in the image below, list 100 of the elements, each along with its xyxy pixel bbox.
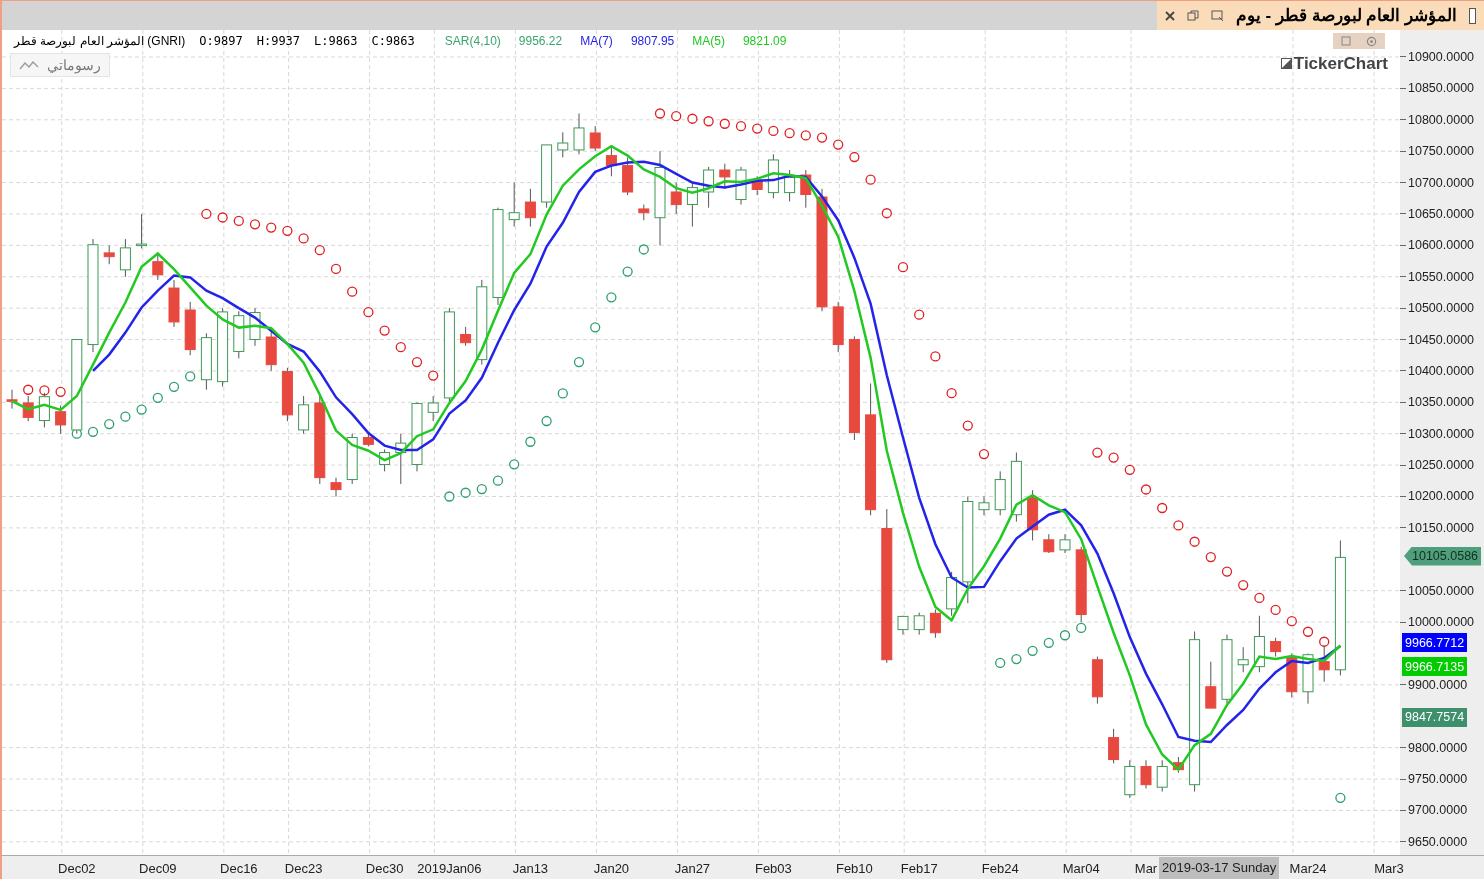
sar-dot [671,111,682,122]
sar-dot [1011,653,1022,665]
time-axis-label: Jan13 [512,860,549,878]
candlestick [524,188,536,227]
close-icon[interactable] [1164,10,1175,21]
undock-icon[interactable] [1210,9,1224,22]
price-axis-label: 10350.0000 [1408,394,1475,411]
sar-dot [23,384,34,395]
price-value: C:9863 [371,33,415,50]
time-axis-label: Feb10 [835,860,873,878]
candlestick [686,182,698,227]
sar-dot [168,381,180,392]
candlestick [557,131,569,158]
candlestick [460,326,472,347]
candlestick [330,477,342,497]
price-value: O:9897 [199,33,243,50]
sar-dot [460,487,471,498]
sar-dot [201,208,212,220]
candlestick [1172,756,1184,774]
price-axis-label: 10500.0000 [1408,300,1475,317]
window-tab[interactable]: المؤشر العام لبورصة قطر - يوم [1156,1,1484,30]
sar-dot [363,307,374,318]
candlestick [411,401,423,472]
sar-dot [282,225,293,236]
sar-dot [800,130,811,141]
sar-dot [217,212,228,223]
time-axis-label: Dec09 [139,860,177,878]
sar-dot [946,388,957,399]
sar-dot [1302,626,1314,637]
sar-dot [428,370,439,381]
sar-dot [411,356,423,368]
restore-icon[interactable] [1186,9,1199,22]
candlestick [605,147,617,177]
candlestick [946,571,958,617]
candlestick [1124,759,1136,799]
candlestick [1059,533,1071,554]
drawings-button[interactable]: رسوماتي [10,53,110,77]
price-axis-label: 10050.0000 [1408,582,1475,599]
candlestick [103,244,115,265]
indicator-label: SAR(4,10) [444,33,501,50]
sar-dot [1286,616,1297,627]
sar-dot [152,392,163,403]
candlestick [1302,652,1314,705]
sar-dot [833,139,844,150]
sar-dot [638,244,649,255]
candlestick [200,332,212,391]
sar-dot [606,292,617,303]
candlestick [1253,615,1265,673]
sar-dot [1027,645,1038,656]
sar-dot [1043,637,1054,648]
sar-dot [784,128,795,139]
sar-dot [1140,484,1152,495]
candlestick [119,238,131,278]
sar-dot [735,121,747,132]
sar-dot [687,113,698,124]
candlestick [1205,661,1217,709]
candlestick [800,169,812,209]
price-tag: 9966.7712 [1402,633,1468,653]
sar-dot [1319,636,1330,647]
candlestick [22,395,34,422]
time-axis-label: Mar3 [1374,860,1404,878]
price-axis-label: 10750.0000 [1408,143,1475,160]
candlestick [913,612,925,636]
maximize-icon[interactable] [1340,36,1351,46]
price-axis-label: 10800.0000 [1408,111,1475,128]
candlestick [622,156,634,196]
time-axis-label: Dec16 [220,860,258,878]
sar-dot [136,404,147,415]
price-axis-label: 10550.0000 [1408,268,1475,285]
price-axis-label: 10400.0000 [1408,362,1475,379]
sar-dot [719,118,730,129]
sar-dot [492,475,504,486]
candlestick [1270,637,1282,658]
candlestick [184,301,196,356]
price-axis-label: 9750.0000 [1408,771,1468,787]
sar-dot [1189,536,1200,547]
indicator-label: MA(7) [580,33,613,50]
price-axis-label: 10200.0000 [1408,488,1475,505]
price-tag: 10105.0586 [1404,546,1482,566]
indicator-value: 9821.09 [742,33,787,50]
candlestick [508,182,520,227]
price-axis-label: 10600.0000 [1408,237,1475,254]
sar-dot [897,262,909,273]
instrument-name: المؤشر العام لبورصة قطر (GNRI) [14,33,186,50]
sar-dot [541,415,552,427]
sar-dot [1076,622,1087,634]
candlestick [1091,656,1103,705]
sar-dot [768,125,779,137]
sar-dot [865,174,876,185]
price-axis-label: 10900.0000 [1408,49,1475,65]
sar-dot [314,245,325,256]
candlestick [735,166,747,206]
candlestick [541,144,553,209]
settings-icon[interactable] [1366,35,1378,47]
time-axis-label: Jan27 [674,860,711,878]
sar-dot [978,448,990,460]
sar-dot [120,411,131,422]
sar-dot [249,219,261,230]
sar-dot [1335,792,1346,803]
candlestick [362,433,374,447]
